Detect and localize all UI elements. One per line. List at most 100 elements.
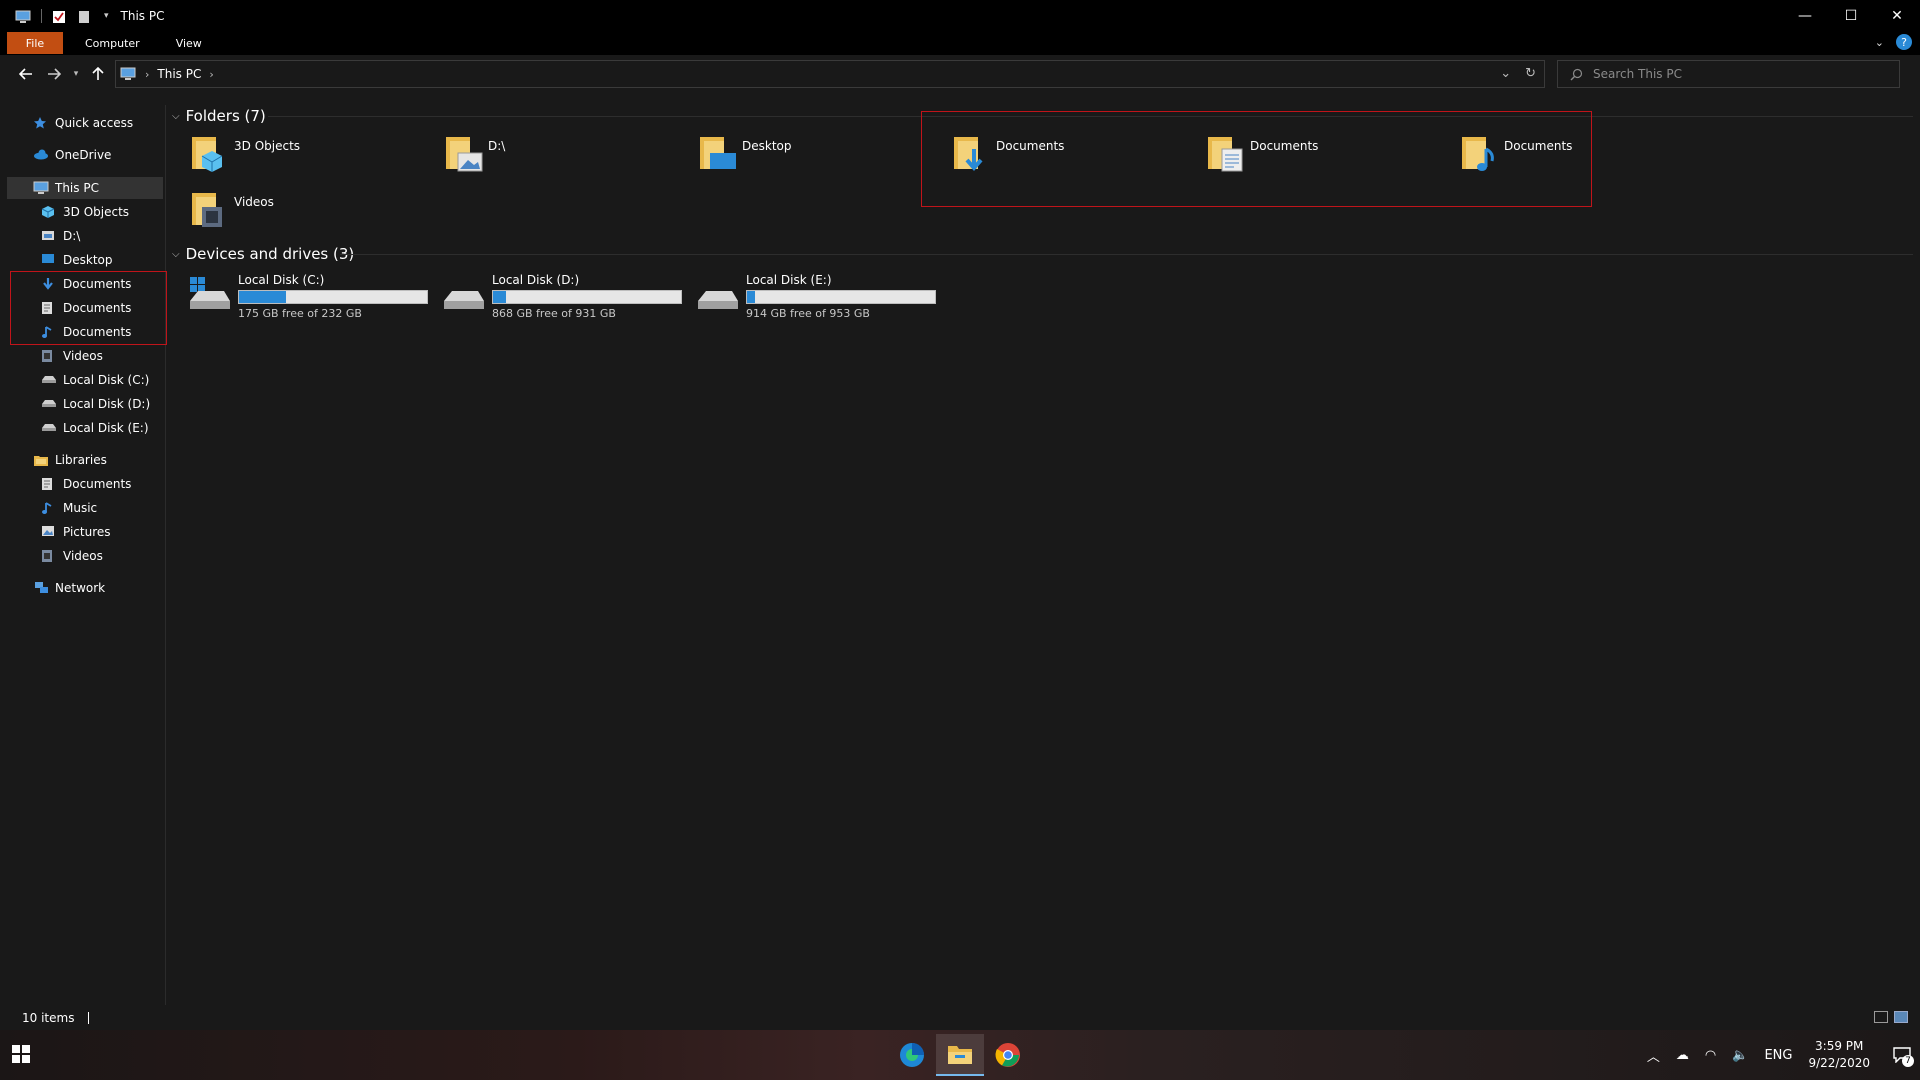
- sidebar-item-label: Documents: [63, 477, 132, 491]
- tab-file[interactable]: File: [7, 32, 63, 54]
- drive-usage-fill: [239, 291, 286, 303]
- taskbar: ︿ ☁ ◠ 🔈 ENG 3:59 PM 9/22/2020 7: [0, 1030, 1920, 1080]
- search-box[interactable]: [1557, 60, 1900, 88]
- address-history-dropdown-icon[interactable]: ⌄: [1500, 66, 1511, 81]
- details-view-button[interactable]: [1874, 1011, 1888, 1023]
- sidebar-item-videos[interactable]: Videos: [41, 345, 103, 367]
- sidebar-item-quick-access[interactable]: Quick access: [33, 112, 133, 134]
- computer-icon: [15, 9, 31, 23]
- breadcrumb-separator: ›: [145, 67, 150, 81]
- folder-tile-3d-objects[interactable]: 3D Objects: [190, 133, 430, 173]
- sidebar-item-3d-objects[interactable]: 3D Objects: [41, 201, 129, 223]
- back-button[interactable]: [12, 60, 40, 88]
- properties-icon[interactable]: [52, 9, 68, 23]
- tab-computer[interactable]: Computer: [71, 37, 154, 50]
- folders-highlight-box: [921, 111, 1592, 207]
- windows-logo-icon: [12, 1045, 30, 1063]
- sidebar-item-network[interactable]: Network: [33, 577, 105, 599]
- sidebar-item-local-disk-e[interactable]: Local Disk (E:): [41, 417, 149, 439]
- disk-icon: [442, 273, 486, 313]
- folder-label: Videos: [234, 195, 274, 209]
- large-icons-view-button[interactable]: [1894, 1011, 1908, 1023]
- sidebar-item-label: OneDrive: [55, 148, 112, 162]
- close-button[interactable]: ✕: [1874, 0, 1920, 31]
- drive-name: Local Disk (D:): [492, 273, 580, 287]
- wifi-icon[interactable]: ◠: [1705, 1048, 1716, 1063]
- taskbar-edge[interactable]: [888, 1034, 936, 1076]
- sidebar-item-library-documents[interactable]: Documents: [41, 473, 131, 495]
- sidebar-item-d-drive[interactable]: D:\: [41, 225, 80, 247]
- music-note-icon: [41, 501, 57, 515]
- taskbar-chrome[interactable]: [984, 1034, 1032, 1076]
- forward-button[interactable]: [40, 60, 68, 88]
- maximize-button[interactable]: ☐: [1828, 0, 1874, 31]
- taskbar-file-explorer[interactable]: [936, 1034, 984, 1076]
- address-bar[interactable]: › This PC › ⌄ ↻: [115, 60, 1545, 88]
- sidebar-item-label: Network: [55, 581, 106, 595]
- start-button[interactable]: [12, 1045, 32, 1065]
- sidebar-item-library-music[interactable]: Music: [41, 497, 97, 519]
- sidebar-item-desktop[interactable]: Desktop: [41, 249, 113, 271]
- sidebar-item-label: Videos: [63, 549, 103, 563]
- folders-group-title: Folders (7): [185, 107, 266, 125]
- sidebar-item-library-videos[interactable]: Videos: [41, 545, 103, 567]
- search-input[interactable]: [1591, 66, 1891, 82]
- drive-tile-c[interactable]: Local Disk (C:) 175 GB free of 232 GB: [188, 273, 428, 320]
- new-folder-icon[interactable]: [78, 9, 94, 23]
- breadcrumb-separator[interactable]: ›: [209, 68, 213, 81]
- sidebar-item-libraries[interactable]: Libraries: [33, 449, 107, 471]
- up-button[interactable]: [84, 60, 112, 88]
- sidebar-item-this-pc[interactable]: This PC: [7, 177, 163, 199]
- sidebar-item-onedrive[interactable]: OneDrive: [33, 144, 111, 166]
- sidebar-item-label: Music: [63, 501, 98, 515]
- drive-usage-bar: [492, 290, 682, 304]
- status-bar: 10 items: [0, 1006, 1920, 1030]
- language-indicator[interactable]: ENG: [1764, 1048, 1792, 1063]
- customize-toolbar-icon[interactable]: ▾: [104, 11, 109, 21]
- onedrive-tray-icon[interactable]: ☁: [1676, 1048, 1689, 1063]
- drive-usage-bar: [238, 290, 428, 304]
- drive-name: Local Disk (C:): [238, 273, 325, 287]
- recent-locations-button[interactable]: ▾: [68, 60, 84, 88]
- minimize-button[interactable]: —: [1782, 0, 1828, 31]
- title-bar: ▾ This PC — ☐ ✕: [0, 0, 1920, 31]
- chevron-down-icon: ⌵: [172, 110, 180, 122]
- view-toggle: [1874, 1011, 1908, 1023]
- sidebar-item-label: Local Disk (E:): [63, 421, 149, 435]
- action-center-button[interactable]: 7: [1884, 1037, 1920, 1073]
- sidebar-item-label: Local Disk (C:): [63, 373, 150, 387]
- drives-group-header[interactable]: ⌵ Devices and drives (3): [172, 243, 354, 265]
- folder-tile-videos[interactable]: Videos: [190, 189, 430, 229]
- edge-icon: [900, 1043, 924, 1067]
- drive-tile-e[interactable]: Local Disk (E:) 914 GB free of 953 GB: [696, 273, 936, 320]
- sidebar-item-local-disk-c[interactable]: Local Disk (C:): [41, 369, 149, 391]
- cube-icon: [190, 133, 226, 173]
- drives-group-title: Devices and drives (3): [185, 245, 355, 263]
- tab-view[interactable]: View: [162, 37, 216, 50]
- film-icon: [41, 549, 57, 563]
- arrow-left-icon: [19, 68, 32, 80]
- clock[interactable]: 3:59 PM 9/22/2020: [1808, 1038, 1870, 1072]
- refresh-icon[interactable]: ↻: [1525, 66, 1536, 81]
- folder-tile-d-drive[interactable]: D:\: [444, 133, 684, 173]
- folders-group-header[interactable]: ⌵ Folders (7): [172, 105, 266, 127]
- arrow-up-icon: [92, 67, 104, 80]
- star-icon: [33, 116, 49, 130]
- expand-ribbon-icon[interactable]: ⌄: [1875, 36, 1884, 49]
- drive-usage-bar: [746, 290, 936, 304]
- sidebar-item-local-disk-d[interactable]: Local Disk (D:): [41, 393, 150, 415]
- sidebar-item-label: 3D Objects: [63, 205, 130, 219]
- volume-icon[interactable]: 🔈: [1732, 1048, 1748, 1063]
- chevron-up-icon[interactable]: ︿: [1647, 1046, 1660, 1065]
- sidebar-item-library-pictures[interactable]: Pictures: [41, 521, 111, 543]
- disk-icon: [41, 421, 57, 435]
- folder-tile-desktop[interactable]: Desktop: [698, 133, 938, 173]
- drive-folder-icon: [41, 229, 57, 243]
- breadcrumb-this-pc[interactable]: This PC: [157, 67, 201, 81]
- drive-tile-d[interactable]: Local Disk (D:) 868 GB free of 931 GB: [442, 273, 682, 320]
- clock-time: 3:59 PM: [1815, 1039, 1864, 1053]
- system-disk-icon: [188, 273, 232, 313]
- help-icon[interactable]: ?: [1896, 34, 1912, 50]
- film-icon: [41, 349, 57, 363]
- sidebar-item-label: Pictures: [63, 525, 111, 539]
